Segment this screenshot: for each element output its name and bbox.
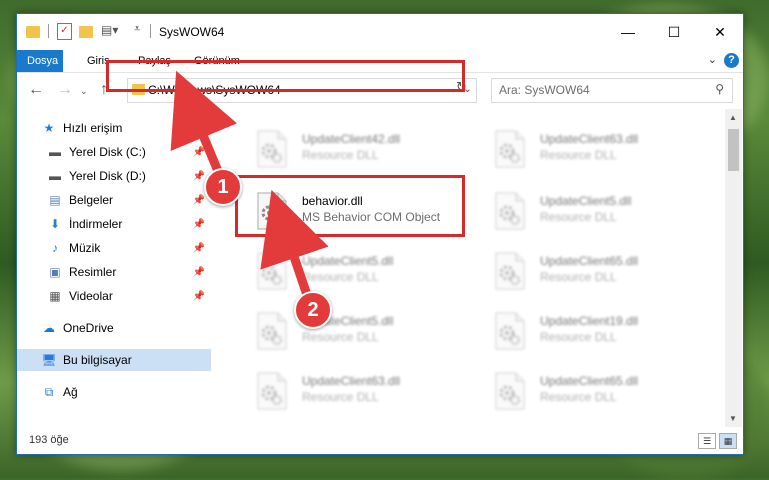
arrow-to-file [260, 189, 329, 303]
step-2-badge: 2 [294, 291, 332, 329]
step-1-badge: 1 [204, 168, 242, 206]
arrow-to-address [170, 70, 238, 181]
annotation-arrows [170, 70, 329, 303]
